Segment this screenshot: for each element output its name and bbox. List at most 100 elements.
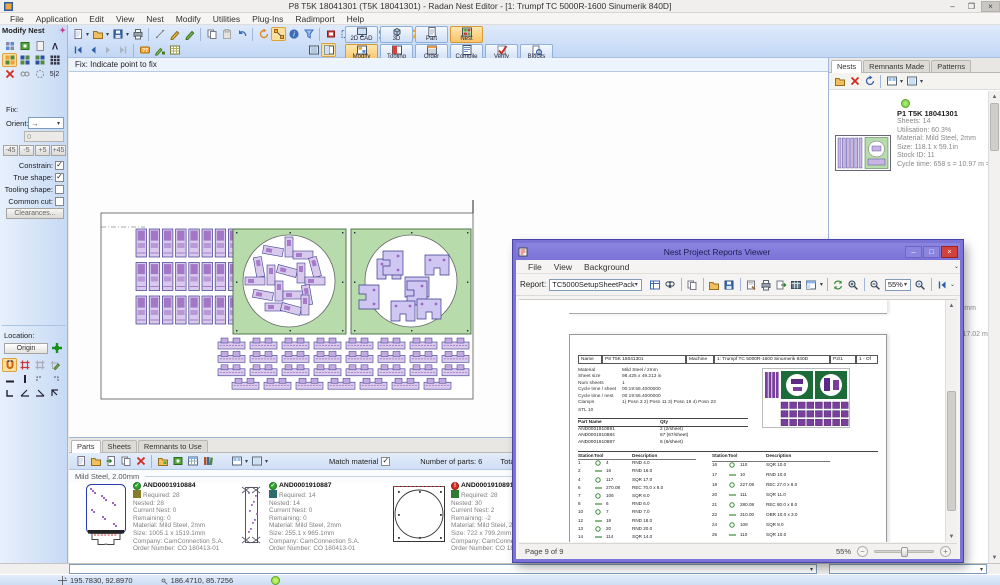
option-checkbox[interactable]: ✓ bbox=[55, 161, 64, 170]
match-material-checkbox[interactable]: ✓ bbox=[381, 457, 390, 466]
circle-dash-icon[interactable] bbox=[32, 67, 47, 81]
dialog-close-button[interactable]: × bbox=[941, 246, 958, 258]
open-folder-icon[interactable] bbox=[88, 454, 103, 468]
tab-patterns[interactable]: Patterns bbox=[931, 60, 971, 72]
open-folder-icon[interactable] bbox=[832, 74, 847, 88]
dialog-menu-file[interactable]: File bbox=[522, 262, 548, 272]
dialog-report-table-icon[interactable] bbox=[789, 278, 804, 292]
dropdown-caret-icon[interactable]: ▾ bbox=[245, 458, 248, 465]
dialog-menu-view[interactable]: View bbox=[548, 262, 578, 272]
dialog-copy-icon[interactable] bbox=[685, 278, 700, 292]
ribbon-part-button[interactable]: Part bbox=[415, 26, 448, 43]
dropdown-caret-icon[interactable]: ▾ bbox=[126, 31, 129, 38]
report-preview-area[interactable]: Name P8 T5K 18041301 Machine 1: Trumpf T… bbox=[519, 299, 957, 542]
review-badge-icon[interactable]: ?? bbox=[137, 43, 152, 57]
tab-nests[interactable]: Nests bbox=[831, 60, 862, 73]
refresh-icon[interactable] bbox=[256, 27, 271, 41]
restore-button[interactable]: ❐ bbox=[962, 1, 981, 12]
tab-parts[interactable]: Parts bbox=[71, 440, 101, 453]
main-menu-modify[interactable]: Modify bbox=[170, 14, 207, 24]
option-checkbox[interactable] bbox=[55, 185, 64, 194]
angle-45-icon[interactable] bbox=[17, 386, 32, 400]
info-icon[interactable]: i bbox=[286, 27, 301, 41]
ratio-icon[interactable]: 5|2 bbox=[47, 67, 62, 81]
main-menu-nest[interactable]: Nest bbox=[140, 14, 169, 24]
nav-first-icon[interactable] bbox=[70, 43, 85, 57]
option-trueshape[interactable]: True shape:✓ bbox=[13, 172, 64, 182]
pencil-icon[interactable] bbox=[167, 27, 182, 41]
zoom-in-button[interactable]: + bbox=[940, 546, 951, 557]
origin-icon[interactable] bbox=[51, 342, 63, 356]
filter-icon[interactable] bbox=[301, 27, 316, 41]
new-document-icon[interactable] bbox=[70, 27, 85, 41]
node-edit-icon[interactable] bbox=[271, 27, 286, 41]
tab-remnants-made[interactable]: Remnants Made bbox=[863, 60, 930, 72]
dropdown-caret-icon[interactable]: ▾ bbox=[820, 281, 823, 288]
main-menu-view[interactable]: View bbox=[110, 14, 140, 24]
open-folder-icon[interactable] bbox=[90, 27, 105, 41]
lambda-icon[interactable]: Λ bbox=[47, 39, 62, 53]
part-green-icon[interactable] bbox=[170, 454, 185, 468]
dialog-layout-icon[interactable] bbox=[804, 278, 819, 292]
corner-tl-icon[interactable] bbox=[32, 372, 47, 386]
main-menu-help[interactable]: Help bbox=[341, 14, 370, 24]
grid-edit-icon[interactable] bbox=[47, 358, 62, 372]
menu-overflow-icon[interactable]: ⌄ bbox=[954, 263, 959, 270]
main-menu-utilities[interactable]: Utilities bbox=[207, 14, 246, 24]
dialog-page-setup-icon[interactable] bbox=[744, 278, 759, 292]
table-icon[interactable] bbox=[185, 454, 200, 468]
ribbon-2dcad-button[interactable]: 2D CAD bbox=[345, 26, 378, 43]
dropdown-caret-icon[interactable]: ▾ bbox=[920, 78, 923, 85]
split-view-icon[interactable] bbox=[321, 43, 336, 57]
dialog-refresh2-icon[interactable] bbox=[831, 278, 846, 292]
angle-tl-icon[interactable] bbox=[47, 386, 62, 400]
tab-sheets[interactable]: Sheets bbox=[102, 440, 137, 452]
annotate-icon[interactable] bbox=[152, 43, 167, 57]
clamp-icon[interactable] bbox=[323, 27, 338, 41]
dialog-print-icon[interactable] bbox=[759, 278, 774, 292]
grid-hash-icon[interactable] bbox=[17, 358, 32, 372]
scroll-down-icon[interactable]: ▼ bbox=[946, 531, 957, 542]
tab-remnants-to-use[interactable]: Remnants to Use bbox=[138, 440, 208, 452]
dropdown-caret-icon[interactable]: ▾ bbox=[900, 78, 903, 85]
report-select[interactable]: TC5000SetupSheetPack▾ bbox=[549, 279, 642, 291]
dialog-zoom-in-icon[interactable] bbox=[846, 278, 861, 292]
ribbon-nest-button[interactable]: Nest bbox=[450, 26, 483, 43]
angle-135-icon[interactable] bbox=[32, 386, 47, 400]
print-icon[interactable] bbox=[130, 27, 145, 41]
angle-minus45-button[interactable]: -45 bbox=[3, 145, 18, 156]
main-menu-file[interactable]: File bbox=[4, 14, 30, 24]
zoom-out-button[interactable]: − bbox=[857, 546, 868, 557]
rotate-icon[interactable] bbox=[862, 74, 877, 88]
zoom-slider-knob[interactable] bbox=[901, 547, 908, 557]
nest-list-item[interactable]: P1 T5K 18041301Sheets: 14Utilisation: 60… bbox=[829, 99, 988, 173]
origin-button[interactable]: Origin bbox=[4, 343, 48, 354]
option-toolingshape[interactable]: Tooling shape: bbox=[5, 184, 64, 194]
thumb-view-icon[interactable] bbox=[884, 74, 899, 88]
angle-plus45-button[interactable]: +45 bbox=[51, 145, 66, 156]
nest-list-scrollbar[interactable]: ▲▼ bbox=[988, 91, 1000, 563]
library-icon[interactable] bbox=[200, 454, 215, 468]
dialog-menu-background[interactable]: Background bbox=[578, 262, 635, 272]
edge-bottom-icon[interactable] bbox=[2, 372, 17, 386]
match-material-option[interactable]: Match material ✓ bbox=[329, 457, 390, 466]
sheet-doc-icon[interactable] bbox=[32, 39, 47, 53]
scroll-up-icon[interactable]: ▲ bbox=[946, 300, 957, 311]
dialog-maximize-button[interactable]: □ bbox=[923, 246, 940, 258]
list-view-icon[interactable] bbox=[306, 43, 321, 57]
dialog-toc-icon[interactable] bbox=[648, 278, 663, 292]
zoom-slider[interactable] bbox=[874, 550, 934, 553]
option-checkbox[interactable] bbox=[55, 197, 64, 206]
angle-minus5-button[interactable]: -5 bbox=[19, 145, 34, 156]
dialog-minimize-button[interactable]: – bbox=[905, 246, 922, 258]
pattern-icon[interactable] bbox=[2, 39, 17, 53]
copy-icon[interactable] bbox=[118, 454, 133, 468]
close-button[interactable]: × bbox=[981, 1, 1000, 12]
part-card[interactable]: ✓AND0001910887Required: 14Nested: 14Curr… bbox=[237, 482, 360, 553]
dialog-save-icon[interactable] bbox=[722, 278, 737, 292]
orient-select[interactable]: →▾ bbox=[28, 117, 64, 129]
dialog-zoom-area-icon[interactable] bbox=[913, 278, 928, 292]
nav-last-icon[interactable] bbox=[115, 43, 130, 57]
undo-icon[interactable] bbox=[234, 27, 249, 41]
nests-filter-select[interactable]: ▾ bbox=[829, 564, 987, 574]
